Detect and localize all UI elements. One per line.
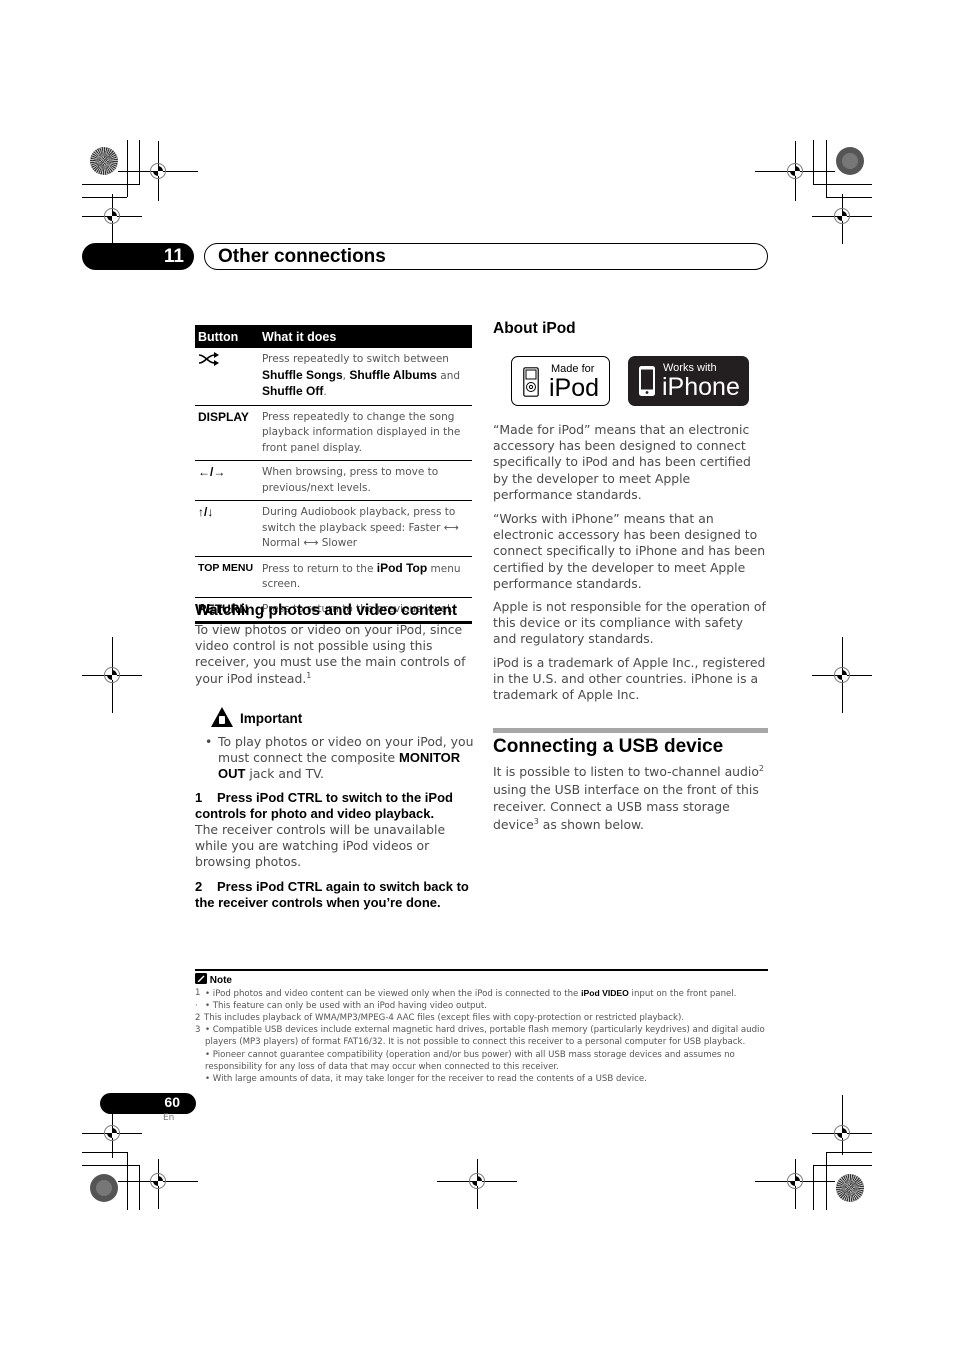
table-row: Press repeatedly to switch between Shuff… <box>195 348 472 406</box>
table-row: ←/→ When browsing, press to move to prev… <box>195 460 472 501</box>
crop-line <box>826 1152 872 1153</box>
crop-line <box>813 1165 814 1210</box>
important-label: Important <box>240 711 303 726</box>
chapter-title: Other connections <box>204 243 768 270</box>
watching-heading: Watching photos and video content <box>195 602 458 619</box>
table-cell-description: Press repeatedly to switch between Shuff… <box>259 348 472 406</box>
crop-line <box>813 140 814 185</box>
warning-hand-icon <box>211 707 233 727</box>
watching-intro: To view photos or video on your iPod, si… <box>195 622 466 686</box>
note-item: 3 • Compatible USB devices include extern… <box>195 1025 765 1048</box>
crop-line <box>127 140 128 197</box>
made-for-ipod-logo: Made for iPod <box>511 356 610 406</box>
table-cell-description: When browsing, press to move to previous… <box>259 460 472 501</box>
table-cell-button: DISPLAY <box>195 405 259 461</box>
ipod-device-icon <box>523 367 539 397</box>
step-1-heading: 1 Press iPod CTRL to switch to the iPod c… <box>195 790 453 821</box>
about-paragraph: iPod is a trademark of Apple Inc., regis… <box>493 655 766 703</box>
note-item: 2 This includes playback of WMA/MP3/MPEG-… <box>195 1013 685 1024</box>
crop-line <box>139 1165 140 1210</box>
iphone-device-icon <box>639 366 655 396</box>
crop-line <box>826 140 827 197</box>
button-function-table: Button What it does Press repeatedly to … <box>195 325 472 624</box>
table-cell-button: TOP MENU <box>195 556 259 598</box>
usb-heading: Connecting a USB device <box>493 736 724 757</box>
logo-ipod-text: iPod <box>549 374 600 402</box>
crop-line <box>813 184 872 185</box>
crop-line <box>82 1152 127 1153</box>
star-target-icon <box>836 147 864 175</box>
crop-line <box>82 197 127 198</box>
table-cell-description: During Audiobook playback, press to swit… <box>259 500 472 557</box>
left-right-arrows-icon: ←/→ <box>195 460 259 501</box>
crop-line <box>826 197 872 198</box>
about-paragraph: Apple is not responsible for the operati… <box>493 599 766 647</box>
note-item: • With large amounts of data, it may tak… <box>205 1073 647 1084</box>
shuffle-button-cell <box>195 348 259 406</box>
chapter-number: 11 <box>82 243 194 270</box>
about-paragraph: “Made for iPod” means that an electronic… <box>493 422 751 502</box>
star-target-icon <box>90 1174 118 1202</box>
crop-line <box>82 184 139 185</box>
footnote-ref: 2 <box>758 763 764 773</box>
important-bullet: • To play photos or video on your iPod, y… <box>205 734 474 782</box>
table-row: DISPLAY Press repeatedly to change the s… <box>195 405 472 461</box>
table-row: ↑/↓ During Audiobook playback, press to … <box>195 500 472 557</box>
shuffle-icon <box>198 352 219 366</box>
section-divider-bar <box>493 728 768 733</box>
footnote-ref: 1 <box>306 670 312 680</box>
note-item: · • This feature can only be used with an… <box>195 1001 488 1012</box>
table-cell-description: Press repeatedly to change the song play… <box>259 405 472 461</box>
table-header-button: Button <box>195 325 259 348</box>
step-2-heading: 2 Press iPod CTRL again to switch back to… <box>195 879 469 910</box>
page-number: 60 <box>164 1094 180 1110</box>
table-cell-description: Press to return to the iPod Top menu scr… <box>259 556 472 598</box>
step-1-body: The receiver controls will be unavailabl… <box>195 822 446 870</box>
about-ipod-heading: About iPod <box>493 320 576 337</box>
table-header-row: Button What it does <box>195 325 472 348</box>
about-paragraph: “Works with iPhone” means that an electr… <box>493 511 766 591</box>
star-target-icon <box>836 1174 864 1202</box>
crop-line <box>813 1165 872 1166</box>
note-pencil-icon <box>195 973 207 984</box>
note-label: Note <box>209 975 232 986</box>
up-down-arrows-icon: ↑/↓ <box>195 500 259 557</box>
notes-section: Note 1 • iPod photos and video content ca… <box>195 969 768 1085</box>
page-language: En <box>163 1113 175 1123</box>
note-item: 1 • iPod photos and video content can be … <box>195 988 737 1000</box>
table-header-function: What it does <box>259 325 472 348</box>
usb-body: It is possible to listen to two-channel … <box>493 763 764 832</box>
crop-line <box>139 140 140 185</box>
table-row: TOP MENU Press to return to the iPod Top… <box>195 556 472 598</box>
star-target-icon <box>90 147 118 175</box>
note-item: • Pioneer cannot guarantee compatibility… <box>205 1049 735 1072</box>
works-with-iphone-logo: Works with iPhone <box>628 356 749 406</box>
header-connector-line <box>112 230 113 244</box>
notes-header: Note <box>195 971 768 987</box>
crop-line <box>82 1165 139 1166</box>
logo-iphone-text: iPhone <box>662 373 740 401</box>
